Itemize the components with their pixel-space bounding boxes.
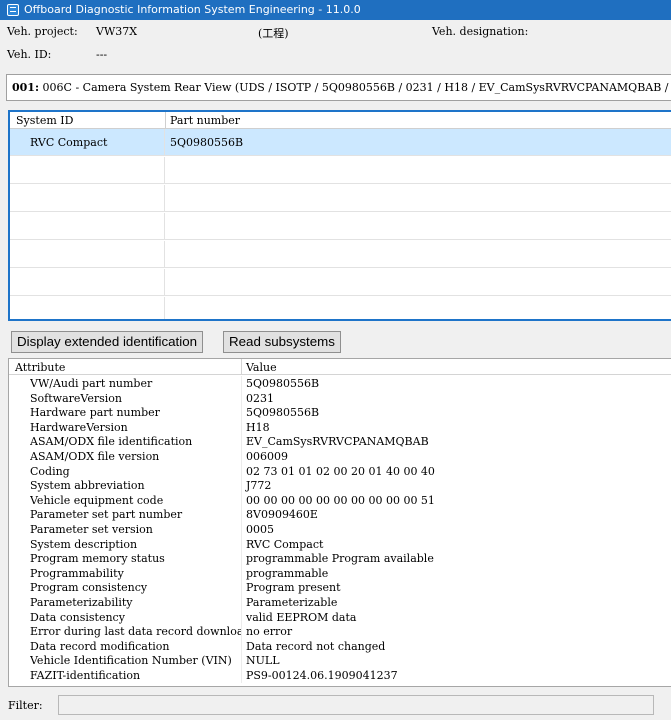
table-row[interactable]: Parameter set part number 8V0909460E [9, 507, 671, 522]
value-cell: valid EEPROM data [246, 610, 357, 624]
value-cell: EV_CamSysRVRVCPANAMQBAB [246, 435, 429, 449]
table-row-empty [10, 297, 671, 319]
table-row[interactable]: Data record modification Data record not … [9, 638, 671, 654]
ecu-address: 001: [12, 81, 40, 94]
part-number-cell: 5Q0980556B [170, 136, 244, 149]
table-row[interactable]: System abbreviation J772 [9, 478, 671, 493]
vehicle-project-value: VW37X [96, 25, 138, 38]
table-row-empty [10, 185, 671, 212]
attribute-cell: Programmability [30, 566, 124, 580]
table-row[interactable]: Parameterizability Parameterizable [9, 595, 671, 610]
attribute-cell: Program memory status [30, 552, 165, 566]
column-header-system-id[interactable]: System ID [16, 114, 73, 127]
table-row[interactable]: SoftwareVersion 0231 [9, 390, 671, 406]
value-cell: 00 00 00 00 00 00 00 00 00 00 51 [246, 493, 435, 507]
value-cell: 0231 [246, 391, 274, 405]
attribute-cell: SoftwareVersion [30, 391, 122, 405]
filter-label: Filter: [8, 699, 43, 712]
value-cell: 02 73 01 01 02 00 20 01 40 00 40 [246, 464, 435, 478]
table-row-empty [10, 213, 671, 240]
subsystems-table[interactable]: System ID Part number RVC Compact 5Q0980… [8, 110, 671, 321]
attribute-cell: ASAM/ODX file version [30, 450, 160, 463]
vehicle-designation-label: Veh. designation: [432, 25, 529, 38]
table-row-empty [10, 157, 671, 184]
value-cell: H18 [246, 420, 270, 434]
attribute-cell: System abbreviation [30, 479, 145, 493]
attribute-cell: Error during last data record download [30, 625, 241, 639]
attribute-cell: System description [30, 537, 138, 551]
table-row[interactable]: ASAM/ODX file version 006009 [9, 449, 671, 464]
ecu-description: 006C - Camera System Rear View (UDS / IS… [42, 81, 671, 94]
table-row-empty [10, 241, 671, 268]
ecu-info-bar: 001: 006C - Camera System Rear View (UDS… [6, 74, 671, 101]
table-row[interactable]: Program memory status programmable Progra… [9, 551, 671, 566]
value-cell: Data record not changed [246, 639, 386, 653]
column-header-value[interactable]: Value [246, 361, 277, 374]
vehicle-id-label: Veh. ID: [7, 48, 52, 61]
attribute-cell: Program consistency [30, 581, 148, 595]
table-row[interactable]: ASAM/ODX file identification EV_CamSysRVR… [9, 434, 671, 449]
app-icon [7, 4, 19, 16]
column-header-part-number[interactable]: Part number [170, 114, 240, 127]
value-cell: no error [246, 625, 293, 639]
vehicle-id-value: --- [96, 48, 108, 61]
value-cell: 8V0909460E [246, 508, 318, 522]
title-bar: Offboard Diagnostic Information System E… [0, 0, 671, 20]
value-cell: programmable [246, 566, 329, 580]
table-row[interactable]: HardwareVersion H18 [9, 419, 671, 435]
attribute-cell: Parameterizability [30, 596, 133, 609]
value-cell: 006009 [246, 450, 288, 463]
attribute-cell: HardwareVersion [30, 420, 128, 434]
attribute-cell: Vehicle Identification Number (VIN) [30, 654, 232, 668]
read-subsystems-button[interactable]: Read subsystems [223, 331, 341, 353]
value-cell: PS9-00124.06.1909041237 [246, 669, 398, 682]
attribute-cell: Data consistency [30, 610, 125, 624]
vehicle-project-note: (工程) [258, 27, 289, 40]
value-cell: J772 [246, 479, 272, 493]
value-cell: programmable Program available [246, 552, 434, 566]
attribute-cell: Parameter set version [30, 523, 153, 536]
table-row[interactable]: Error during last data record download no… [9, 624, 671, 639]
table-row-empty [10, 269, 671, 296]
table-row[interactable]: System description RVC Compact [9, 536, 671, 552]
value-cell: RVC Compact [246, 537, 324, 551]
value-cell: 5Q0980556B [246, 406, 320, 420]
value-cell: Program present [246, 581, 341, 595]
column-header-attribute[interactable]: Attribute [15, 361, 65, 374]
table-row[interactable]: Vehicle Identification Number (VIN) NULL [9, 653, 671, 668]
display-extended-identification-button[interactable]: Display extended identification [11, 331, 204, 353]
attribute-cell: ASAM/ODX file identification [30, 435, 193, 449]
attributes-table-header: Attribute Value [9, 359, 671, 375]
filter-input[interactable] [58, 695, 654, 715]
window-title: Offboard Diagnostic Information System E… [24, 3, 361, 16]
value-cell: Parameterizable [246, 596, 338, 609]
table-row[interactable]: Hardware part number 5Q0980556B [9, 405, 671, 420]
table-row[interactable]: Parameter set version 0005 [9, 522, 671, 537]
attribute-cell: Data record modification [30, 639, 170, 653]
table-row-selected[interactable]: RVC Compact 5Q0980556B [10, 129, 671, 156]
attribute-cell: Hardware part number [30, 406, 160, 420]
value-cell: 0005 [246, 523, 274, 536]
attribute-cell: Parameter set part number [30, 508, 183, 522]
table-row[interactable]: FAZIT-identification PS9-00124.06.1909041… [9, 668, 671, 683]
table-row[interactable]: VW/Audi part number 5Q0980556B [9, 376, 671, 391]
table-row[interactable]: Program consistency Program present [9, 580, 671, 595]
attribute-cell: Coding [30, 464, 70, 478]
attributes-table[interactable]: Attribute Value VW/Audi part number 5Q098… [8, 358, 671, 687]
value-cell: 5Q0980556B [246, 377, 320, 390]
vehicle-project-label: Veh. project: [7, 25, 78, 38]
attribute-cell: Vehicle equipment code [30, 493, 164, 507]
table-row[interactable]: Coding 02 73 01 01 02 00 20 01 40 00 40 [9, 463, 671, 479]
table-row[interactable]: Programmability programmable [9, 565, 671, 581]
attribute-cell: FAZIT-identification [30, 669, 141, 682]
attribute-cell: VW/Audi part number [30, 377, 153, 390]
subsystems-table-header: System ID Part number [10, 112, 671, 129]
system-id-cell: RVC Compact [30, 136, 108, 149]
table-row[interactable]: Vehicle equipment code 00 00 00 00 00 00 … [9, 492, 671, 508]
value-cell: NULL [246, 654, 280, 668]
table-row[interactable]: Data consistency valid EEPROM data [9, 609, 671, 625]
